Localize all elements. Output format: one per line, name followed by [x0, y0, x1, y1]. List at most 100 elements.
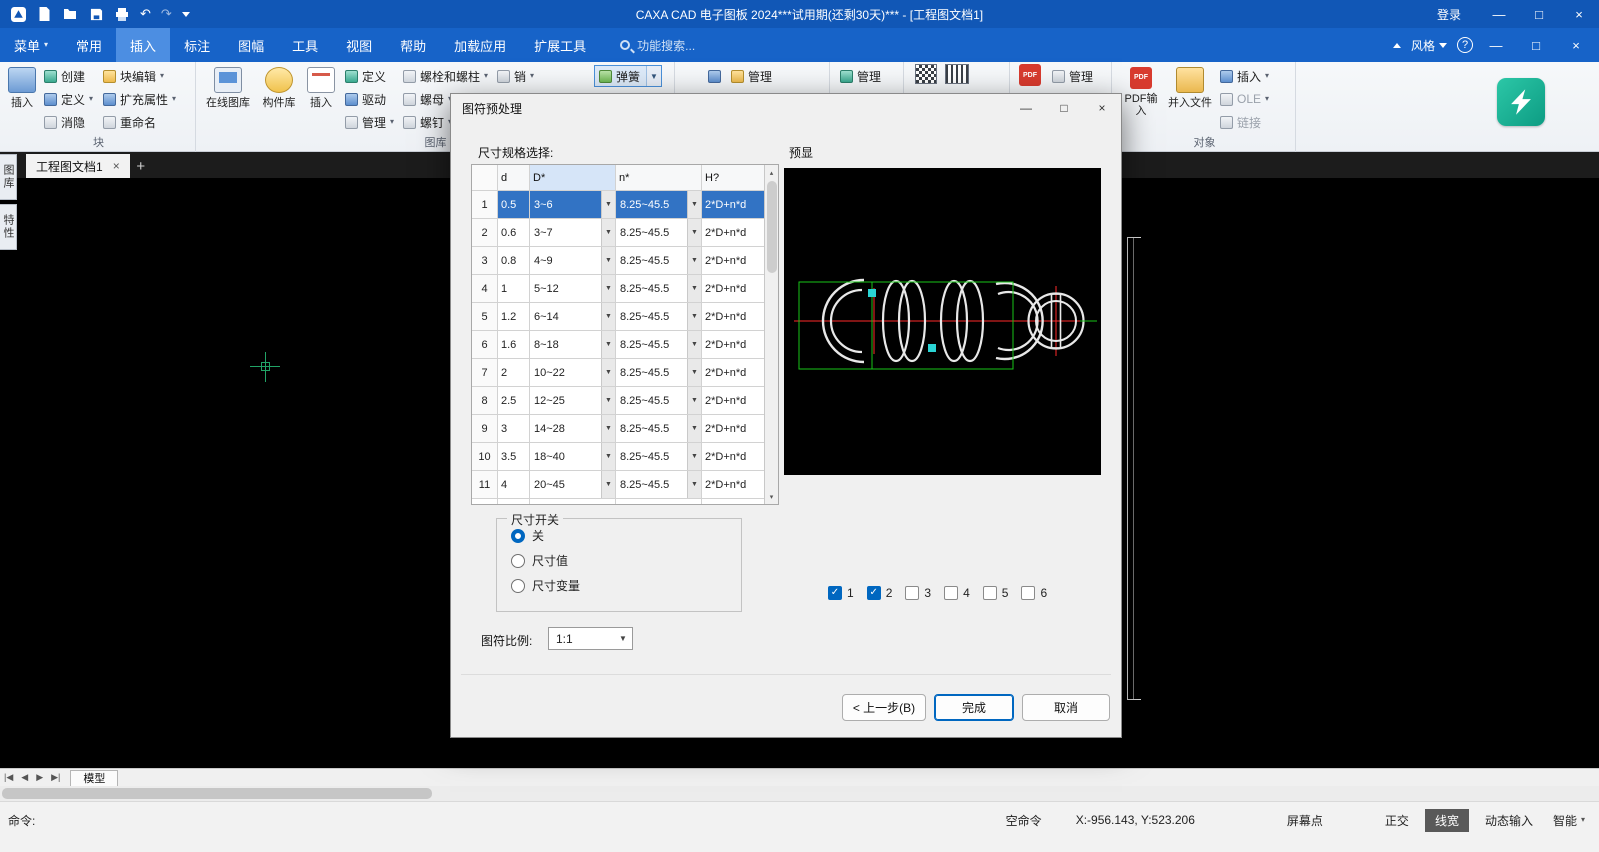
- smart-snap-toggle[interactable]: 智能 ▾: [1553, 812, 1585, 829]
- cell-n-combobox[interactable]: 8.25~45.5 ▼: [616, 387, 702, 415]
- symbol-scale-combobox[interactable]: 1:1 ▼: [548, 627, 633, 650]
- cell-H[interactable]: 2*D+n*d: [702, 247, 766, 275]
- side-panel-tab[interactable]: 特性: [0, 204, 17, 250]
- style-menu-button[interactable]: 风格: [1407, 37, 1451, 54]
- cell-H[interactable]: 2*D+n*d: [702, 275, 766, 303]
- cancel-button[interactable]: 取消: [1022, 694, 1110, 721]
- cell-H[interactable]: 2*D+n*d: [702, 415, 766, 443]
- dialog-maximize-button[interactable]: □: [1045, 94, 1083, 122]
- cell-D-combobox[interactable]: 3~7 ▼: [530, 219, 616, 247]
- open-folder-icon[interactable]: [62, 6, 78, 22]
- combo-dropdown-icon[interactable]: ▼: [687, 387, 701, 414]
- cell-n-combobox[interactable]: 8.25~45.5 ▼: [616, 303, 702, 331]
- dimension-switch-radio[interactable]: 尺寸值: [511, 552, 741, 569]
- style-tool-button[interactable]: [703, 64, 726, 88]
- dialog-minimize-button[interactable]: —: [1007, 94, 1045, 122]
- cell-D-combobox[interactable]: 18~40 ▼: [530, 443, 616, 471]
- combo-dropdown-icon[interactable]: ▼: [601, 219, 615, 246]
- title-bar[interactable]: ↶ ↷ CAXA CAD 电子图板 2024***试用期(还剩30天)*** -…: [0, 0, 1599, 28]
- cell-H[interactable]: 2*D+n*d: [702, 191, 766, 219]
- cell-d[interactable]: 1.6: [498, 331, 530, 359]
- spec-table-row[interactable]: 8 2.5 12~25 ▼ 8.25~45.5 ▼ 2*D+n*d: [472, 387, 778, 415]
- gallery-dropdown-icon[interactable]: ▼: [646, 66, 662, 86]
- cell-d[interactable]: 2: [498, 359, 530, 387]
- cell-d[interactable]: 3: [498, 415, 530, 443]
- combo-dropdown-icon[interactable]: ▼: [601, 303, 615, 330]
- row-number-cell[interactable]: 6: [472, 331, 498, 359]
- combo-dropdown-icon[interactable]: ▼: [687, 191, 701, 218]
- cell-D-combobox[interactable]: 20~45 ▼: [530, 471, 616, 499]
- link-button[interactable]: 链接: [1215, 111, 1277, 133]
- spec-table-row[interactable]: 2 0.6 3~7 ▼ 8.25~45.5 ▼ 2*D+n*d: [472, 219, 778, 247]
- combo-dropdown-icon[interactable]: ▼: [601, 443, 615, 470]
- cell-d[interactable]: 0.8: [498, 247, 530, 275]
- combo-dropdown-icon[interactable]: ▼: [601, 415, 615, 442]
- collapse-ribbon-icon[interactable]: [1392, 42, 1401, 48]
- cell-d[interactable]: 2.5: [498, 387, 530, 415]
- dimension-switch-radio[interactable]: 关: [511, 527, 741, 544]
- doc-minimize-button[interactable]: —: [1479, 31, 1513, 59]
- doc-close-button[interactable]: ×: [1559, 31, 1593, 59]
- row-number-cell[interactable]: 9: [472, 415, 498, 443]
- qr-code-icon[interactable]: [915, 64, 937, 84]
- close-button[interactable]: ×: [1559, 0, 1599, 28]
- pdf-input-button[interactable]: PDF PDF输入: [1117, 64, 1165, 136]
- preview-part-checkbox[interactable]: 3: [905, 586, 931, 600]
- rename-block-button[interactable]: 重命名: [98, 111, 181, 133]
- row-number-cell[interactable]: 11: [472, 471, 498, 499]
- combo-dropdown-icon[interactable]: ▼: [687, 443, 701, 470]
- combo-dropdown-icon[interactable]: ▼: [687, 219, 701, 246]
- cell-H[interactable]: 2*D+n*d: [702, 359, 766, 387]
- cell-H[interactable]: 2*D+n*d: [702, 331, 766, 359]
- cell-n-combobox[interactable]: 8.25~45.5 ▼: [616, 471, 702, 499]
- ribbon-tab[interactable]: 视图: [332, 28, 386, 62]
- cell-d[interactable]: 4: [498, 471, 530, 499]
- redo-icon[interactable]: ↷: [161, 6, 172, 22]
- column-header-H[interactable]: H?: [702, 165, 766, 191]
- cell-d[interactable]: 3.5: [498, 443, 530, 471]
- document-tab[interactable]: 工程图文档1 ×: [26, 154, 130, 178]
- insert-block-button[interactable]: 插入: [5, 64, 39, 136]
- cell-D-combobox[interactable]: 8~18 ▼: [530, 331, 616, 359]
- combo-dropdown-icon[interactable]: ▼: [687, 359, 701, 386]
- line-width-toggle[interactable]: 线宽: [1424, 808, 1469, 832]
- command-prompt[interactable]: 命令:: [8, 812, 35, 829]
- table-scrollbar[interactable]: ▴ ▾: [764, 165, 778, 504]
- row-number-cell[interactable]: 5: [472, 303, 498, 331]
- ribbon-tab[interactable]: 工具: [278, 28, 332, 62]
- cell-n-combobox[interactable]: 8.25~45.5 ▼: [616, 275, 702, 303]
- ribbon-tab[interactable]: 菜单 ▾: [0, 28, 62, 62]
- cell-n-combobox[interactable]: 8.25~45.5 ▼: [616, 191, 702, 219]
- insert-symbol-button[interactable]: 插入: [302, 64, 340, 136]
- cell-n-combobox[interactable]: 8.25~45.5 ▼: [616, 247, 702, 275]
- online-library-button[interactable]: 在线图库: [200, 64, 256, 136]
- last-sheet-icon[interactable]: ▶|: [47, 772, 64, 783]
- ribbon-tab[interactable]: 帮助: [386, 28, 440, 62]
- login-button[interactable]: 登录: [1419, 6, 1479, 23]
- ole-button[interactable]: OLE ▾: [1215, 88, 1277, 110]
- cell-D-combobox[interactable]: 12~25 ▼: [530, 387, 616, 415]
- spec-table-row[interactable]: 3 0.8 4~9 ▼ 8.25~45.5 ▼ 2*D+n*d: [472, 247, 778, 275]
- cell-n-combobox[interactable]: 8.25~45.5 ▼: [616, 443, 702, 471]
- spec-table-row[interactable]: 10 3.5 18~40 ▼ 8.25~45.5 ▼ 2*D+n*d: [472, 443, 778, 471]
- ribbon-tab[interactable]: 图幅: [224, 28, 278, 62]
- scrollbar-thumb[interactable]: [2, 788, 432, 799]
- tab-close-icon[interactable]: ×: [113, 159, 120, 173]
- spec-table-row[interactable]: 11 4 20~45 ▼ 8.25~45.5 ▼ 2*D+n*d: [472, 471, 778, 499]
- combo-dropdown-icon[interactable]: ▼: [601, 247, 615, 274]
- row-number-cell[interactable]: 3: [472, 247, 498, 275]
- style-manage-button-2[interactable]: 管理: [835, 64, 886, 88]
- cell-n-combobox[interactable]: 8.25~45.5 ▼: [616, 359, 702, 387]
- combo-dropdown-icon[interactable]: ▼: [601, 359, 615, 386]
- cell-H[interactable]: 2*D+n*d: [702, 387, 766, 415]
- spec-table-row[interactable]: 1 0.5 3~6 ▼ 8.25~45.5 ▼ 2*D+n*d: [472, 191, 778, 219]
- caxa-3d-logo[interactable]: [1497, 78, 1545, 126]
- ortho-toggle[interactable]: 正交: [1385, 812, 1409, 829]
- preview-part-checkbox[interactable]: 6: [1021, 586, 1047, 600]
- manage-library-button[interactable]: 管理 ▾: [340, 111, 398, 133]
- component-library-button[interactable]: 构件库: [256, 64, 302, 136]
- model-tab[interactable]: 模型: [70, 769, 119, 786]
- maximize-button[interactable]: □: [1519, 0, 1559, 28]
- row-number-cell[interactable]: 4: [472, 275, 498, 303]
- spec-table-row[interactable]: 9 3 14~28 ▼ 8.25~45.5 ▼ 2*D+n*d: [472, 415, 778, 443]
